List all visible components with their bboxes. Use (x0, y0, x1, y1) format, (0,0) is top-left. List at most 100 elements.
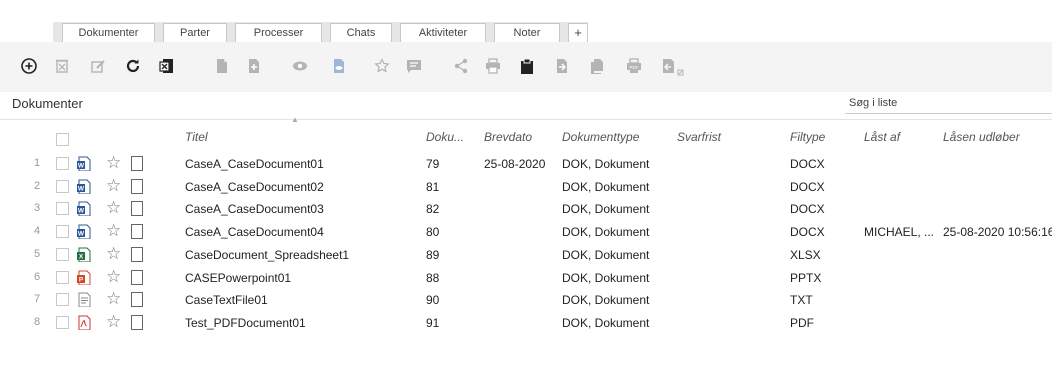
excel-file-icon: X (77, 247, 91, 262)
star-icon[interactable]: ☆ (106, 176, 121, 196)
tab-noter[interactable]: Noter (494, 23, 560, 42)
sort-ascending-icon[interactable]: ▲ (291, 115, 299, 124)
cell-title[interactable]: CaseDocument_Spreadsheet1 (185, 248, 349, 262)
cell-title[interactable]: Test_PDFDocument01 (185, 316, 306, 330)
copy-icon[interactable] (589, 58, 607, 76)
refresh-icon[interactable] (125, 58, 143, 76)
column-header-lock-expires[interactable]: Låsen udløber (943, 130, 1020, 144)
cell-document-type: DOK, Dokument (562, 315, 650, 330)
word-file-icon: W (77, 224, 91, 240)
cell-file-type: TXT (790, 293, 813, 308)
edit-icon[interactable] (90, 58, 108, 76)
column-header-document-type[interactable]: Dokumenttype (562, 130, 639, 144)
add-tab-button[interactable]: + (568, 23, 588, 42)
cell-document-number: 79 (426, 157, 440, 171)
row-checkbox[interactable] (56, 315, 69, 329)
page-icon[interactable] (131, 269, 143, 285)
cell-document-number: 82 (426, 202, 440, 217)
clipboard-icon[interactable] (519, 58, 537, 76)
star-icon[interactable]: ☆ (106, 221, 121, 241)
delete-icon[interactable] (54, 58, 72, 76)
new-document-icon[interactable] (246, 58, 264, 76)
svg-text:PDF: PDF (630, 65, 639, 70)
row-number: 3 (34, 202, 41, 215)
table-row[interactable]: 1 W ☆ CaseA_CaseDocument01 79 25-08-2020 DOK, … (0, 153, 1052, 175)
star-icon[interactable]: ☆ (106, 198, 121, 218)
view-icon[interactable] (292, 58, 310, 76)
tab-aktiviteter[interactable]: Aktiviteter (400, 23, 486, 42)
cell-title[interactable]: CaseTextFile01 (185, 293, 268, 307)
row-checkbox[interactable] (56, 157, 69, 170)
page-icon[interactable] (131, 156, 143, 171)
favorite-icon[interactable] (374, 58, 392, 76)
column-header-file-type[interactable]: Filtype (790, 130, 825, 144)
excel-export-icon[interactable] (159, 58, 177, 76)
row-number: 4 (34, 225, 41, 238)
cell-file-type: DOCX (790, 157, 825, 171)
table-row[interactable]: 4 W ☆ CaseA_CaseDocument04 80 DOK, Dokument DO… (0, 221, 1052, 243)
table-row[interactable]: 2 W ☆ CaseA_CaseDocument02 81 DOK, Dokument DO… (0, 176, 1052, 198)
row-checkbox[interactable] (56, 293, 69, 307)
powerpoint-file-icon: P (77, 270, 91, 285)
table-row[interactable]: 3 W ☆ CaseA_CaseDocument03 82 DOK, Dokument DO… (0, 198, 1052, 220)
table-row[interactable]: 5 X ☆ CaseDocument_Spreadsheet1 89 DOK, Dokum… (0, 244, 1052, 266)
svg-text:W: W (78, 231, 85, 238)
search-input[interactable] (845, 92, 1052, 114)
page-icon[interactable] (131, 201, 143, 217)
page-icon[interactable] (131, 314, 143, 330)
column-header-response-deadline[interactable]: Svarfrist (677, 130, 721, 144)
tab-chats[interactable]: Chats (330, 23, 392, 42)
share-icon[interactable] (453, 58, 471, 76)
preview-icon[interactable] (331, 58, 349, 76)
star-icon[interactable]: ☆ (106, 289, 121, 309)
cell-title[interactable]: CaseA_CaseDocument02 (185, 180, 324, 194)
row-checkbox[interactable] (56, 179, 69, 193)
comment-icon[interactable] (406, 58, 424, 76)
row-checkbox[interactable] (56, 202, 69, 216)
cell-document-type: DOK, Dokument (562, 179, 650, 194)
tab-processer[interactable]: Processer (235, 23, 322, 42)
table-row[interactable]: 6 P ☆ CASEPowerpoint01 88 DOK, Dokument PPTX (0, 267, 1052, 289)
column-header-title[interactable]: Titel (185, 130, 208, 144)
star-icon[interactable]: ☆ (106, 312, 121, 332)
import-icon[interactable] (554, 58, 572, 76)
star-icon[interactable]: ☆ (106, 244, 121, 264)
cell-title[interactable]: CaseA_CaseDocument01 (185, 157, 324, 171)
row-checkbox[interactable] (56, 225, 69, 239)
tab-parter[interactable]: Parter (163, 23, 227, 42)
star-icon[interactable]: ☆ (106, 153, 121, 173)
print-icon[interactable] (485, 58, 503, 76)
svg-text:W: W (78, 208, 85, 215)
page-icon[interactable] (131, 246, 143, 262)
cell-file-type: DOCX (790, 225, 825, 240)
pdf-icon[interactable]: PDF (626, 58, 644, 76)
table-row[interactable]: 7 ☆ CaseTextFile01 90 DOK, Dokument TXT (0, 289, 1052, 311)
column-header-document-number[interactable]: Doku... (426, 130, 464, 144)
document-icon[interactable] (214, 58, 232, 76)
page-icon[interactable] (131, 292, 143, 308)
cell-document-number: 90 (426, 293, 440, 308)
cell-document-type: DOK, Dokument (562, 225, 650, 240)
tab-dokumenter[interactable]: Dokumenter (62, 23, 155, 43)
add-icon[interactable] (21, 58, 39, 76)
page-icon[interactable] (131, 224, 143, 240)
cell-title[interactable]: CASEPowerpoint01 (185, 271, 291, 285)
cell-title[interactable]: CaseA_CaseDocument03 (185, 202, 324, 216)
column-header-letter-date[interactable]: Brevdato (484, 130, 532, 144)
toolbar: PDF (0, 42, 1052, 92)
table-row[interactable]: 8 ☆ Test_PDFDocument01 91 DOK, Dokument PDF (0, 312, 1052, 334)
svg-text:W: W (78, 163, 85, 170)
row-checkbox[interactable] (56, 270, 69, 284)
star-icon[interactable]: ☆ (106, 267, 121, 287)
column-header-locked-by[interactable]: Låst af (864, 130, 900, 144)
cell-locked-by: MICHAEL, ... (864, 225, 935, 240)
cell-title[interactable]: CaseA_CaseDocument04 (185, 225, 324, 239)
cell-file-type: PDF (790, 315, 814, 330)
row-checkbox[interactable] (56, 247, 69, 261)
download-icon[interactable] (661, 58, 685, 76)
cell-document-number: 80 (426, 225, 440, 240)
cell-document-type: DOK, Dokument (562, 293, 650, 308)
text-file-icon (77, 292, 91, 308)
select-all-checkbox[interactable] (56, 133, 69, 146)
page-icon[interactable] (131, 178, 143, 194)
